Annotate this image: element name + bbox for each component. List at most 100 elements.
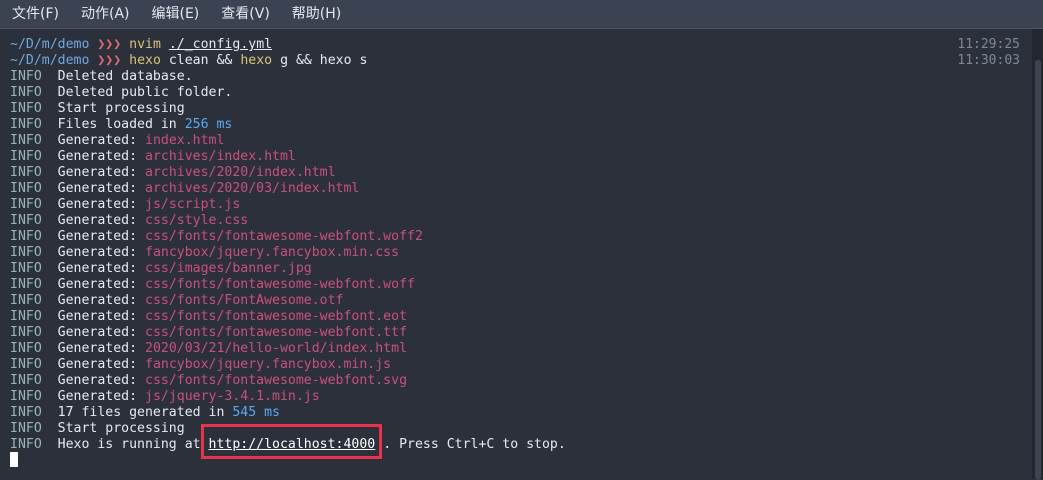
generated-line: INFO Generated: 2020/03/21/hello-world/i…: [10, 341, 407, 357]
generated-label: Generated:: [57, 293, 145, 308]
command-name: nvim: [129, 37, 161, 52]
log-level: INFO: [10, 181, 42, 196]
generated-file: css/fonts/FontAwesome.otf: [145, 293, 344, 308]
log-level: INFO: [10, 325, 42, 340]
command-argument: g && hexo s: [280, 53, 368, 68]
generated-file: css/fonts/fontawesome-webfont.svg: [145, 373, 408, 388]
generated-file: archives/2020/index.html: [145, 165, 336, 180]
log-line: INFO Deleted public folder.: [10, 85, 232, 101]
log-message: Deleted public folder.: [57, 85, 233, 100]
log-message: Start processing: [57, 421, 185, 436]
log-level: INFO: [10, 309, 42, 324]
log-message: Hexo is running at: [57, 437, 209, 452]
command-argument: clean &&: [168, 53, 233, 68]
url-highlight-box: [201, 424, 382, 459]
generated-label: Generated:: [57, 165, 145, 180]
generated-line: INFO Generated: index.html: [10, 133, 224, 149]
generated-label: Generated:: [57, 245, 145, 260]
menu-item[interactable]: 帮助(H): [281, 0, 352, 28]
log-level: INFO: [10, 165, 42, 180]
log-line: INFO 17 files generated in 545 ms: [10, 405, 280, 421]
generated-file: fancybox/jquery.fancybox.min.js: [145, 357, 392, 372]
log-level: INFO: [10, 373, 42, 388]
generated-line: INFO Generated: css/style.css: [10, 213, 248, 229]
log-level: INFO: [10, 69, 42, 84]
log-level: INFO: [10, 341, 42, 356]
generated-file: 2020/03/21/hello-world/index.html: [145, 341, 408, 356]
generated-file: archives/2020/03/index.html: [145, 181, 360, 196]
prompt-arrows: ❯❯❯: [97, 53, 122, 68]
prompt-timestamp: 11:29:25: [957, 37, 1020, 52]
generated-file: fancybox/jquery.fancybox.min.css: [145, 245, 400, 260]
generated-line: INFO Generated: css/fonts/FontAwesome.ot…: [10, 293, 344, 309]
command-name: hexo: [129, 53, 161, 68]
log-line: INFO Files loaded in 256 ms: [10, 117, 232, 133]
menu-item[interactable]: 文件(F): [0, 0, 70, 28]
generated-file: js/jquery-3.4.1.min.js: [145, 389, 320, 404]
menu-item[interactable]: 查看(V): [210, 0, 281, 28]
generated-label: Generated:: [57, 341, 145, 356]
generated-label: Generated:: [57, 277, 145, 292]
generated-line: INFO Generated: css/images/banner.jpg: [10, 261, 312, 277]
generated-file: index.html: [145, 133, 225, 148]
generated-line: INFO Generated: js/script.js: [10, 197, 240, 213]
generated-label: Generated:: [57, 309, 145, 324]
scrollbar-thumb[interactable]: [1035, 60, 1041, 480]
prompt-arrows: ❯❯❯: [97, 37, 122, 52]
prompt-line: ~/D/m/demo ❯❯❯ nvim ./_config.yml: [10, 37, 272, 53]
log-line: INFO Start processing: [10, 101, 185, 117]
scrollbar[interactable]: [1032, 29, 1043, 480]
menu-item[interactable]: 动作(A): [70, 0, 141, 28]
log-level: INFO: [10, 437, 42, 452]
generated-label: Generated:: [57, 133, 145, 148]
generated-label: Generated:: [57, 373, 145, 388]
menu-item[interactable]: 编辑(E): [141, 0, 211, 28]
log-level: INFO: [10, 197, 42, 212]
terminal-output[interactable]: ~/D/m/demo ❯❯❯ nvim ./_config.yml 11:29:2…: [0, 29, 1032, 479]
generated-label: Generated:: [57, 357, 145, 372]
generated-file: css/style.css: [145, 213, 249, 228]
log-level: INFO: [10, 389, 42, 404]
menu-bar: 文件(F) 动作(A) 编辑(E) 查看(V) 帮助(H): [0, 0, 1043, 29]
generated-line: INFO Generated: css/fonts/fontawesome-we…: [10, 325, 407, 341]
generated-line: INFO Generated: css/fonts/fontawesome-we…: [10, 277, 415, 293]
duration-value: 545 ms: [232, 405, 280, 420]
log-message: . Press Ctrl+C to stop.: [375, 437, 566, 452]
generated-line: INFO Generated: css/fonts/fontawesome-we…: [10, 229, 423, 245]
log-level: INFO: [10, 133, 42, 148]
log-level: INFO: [10, 101, 42, 116]
log-level: INFO: [10, 357, 42, 372]
generated-file: archives/index.html: [145, 149, 296, 164]
generated-file: css/fonts/fontawesome-webfont.woff2: [145, 229, 423, 244]
log-line: INFO Deleted database.: [10, 69, 193, 85]
log-level: INFO: [10, 405, 42, 420]
generated-label: Generated:: [57, 197, 145, 212]
prompt-line: ~/D/m/demo ❯❯❯ hexo clean && hexo g && h…: [10, 53, 367, 69]
generated-file: css/fonts/fontawesome-webfont.woff: [145, 277, 415, 292]
generated-label: Generated:: [57, 181, 145, 196]
log-level: INFO: [10, 421, 42, 436]
generated-line: INFO Generated: archives/2020/index.html: [10, 165, 336, 181]
log-level: INFO: [10, 117, 42, 132]
generated-label: Generated:: [57, 213, 145, 228]
generated-label: Generated:: [57, 261, 145, 276]
generated-line: INFO Generated: js/jquery-3.4.1.min.js: [10, 389, 320, 405]
log-message: Files loaded in: [57, 117, 185, 132]
log-level: INFO: [10, 293, 42, 308]
log-message: 17 files generated in: [57, 405, 233, 420]
log-level: INFO: [10, 245, 42, 260]
log-level: INFO: [10, 277, 42, 292]
command-name: hexo: [240, 53, 273, 68]
log-level: INFO: [10, 213, 42, 228]
prompt-timestamp: 11:30:03: [957, 53, 1020, 68]
log-level: INFO: [10, 85, 42, 100]
duration-value: 256 ms: [184, 117, 233, 132]
terminal-cursor: [10, 452, 18, 467]
generated-file: js/script.js: [145, 197, 241, 212]
generated-line: INFO Generated: fancybox/jquery.fancybox…: [10, 357, 391, 373]
generated-file: css/fonts/fontawesome-webfont.eot: [145, 309, 408, 324]
log-level: INFO: [10, 229, 42, 244]
generated-file: css/fonts/fontawesome-webfont.ttf: [145, 325, 408, 340]
generated-line: INFO Generated: archives/index.html: [10, 149, 296, 165]
prompt-path: ~/D/m/demo: [10, 53, 90, 68]
